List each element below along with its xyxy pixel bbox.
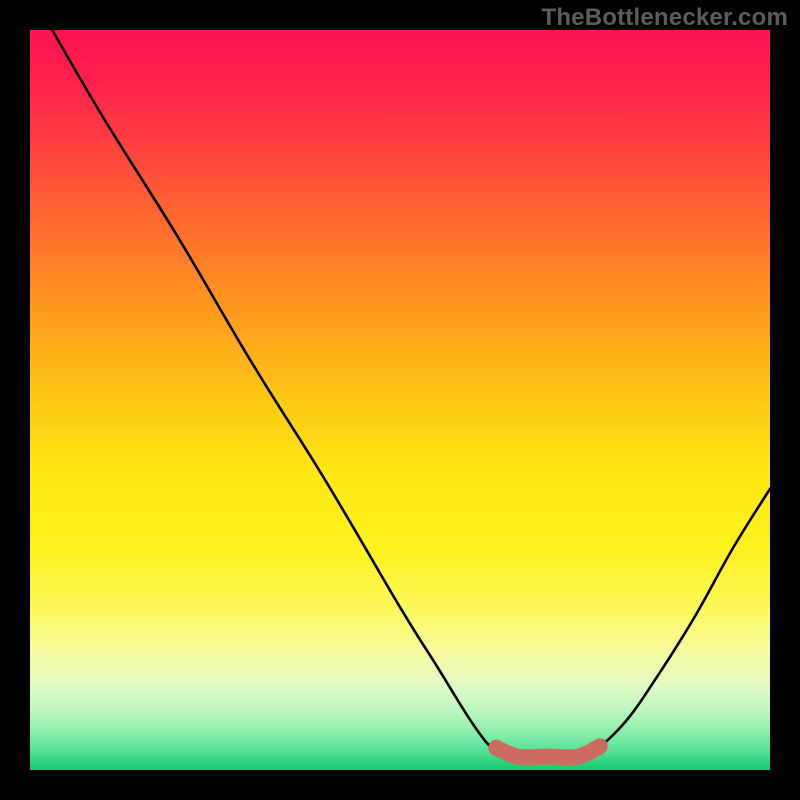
optimal-range-path	[496, 746, 600, 757]
optimal-start-dot	[489, 741, 503, 755]
chart-svg	[30, 30, 770, 770]
chart-frame: TheBottleneсker.com	[0, 0, 800, 800]
watermark-text: TheBottleneсker.com	[541, 4, 788, 32]
plot-area	[30, 30, 770, 770]
bottleneck-curve-path	[52, 30, 770, 760]
